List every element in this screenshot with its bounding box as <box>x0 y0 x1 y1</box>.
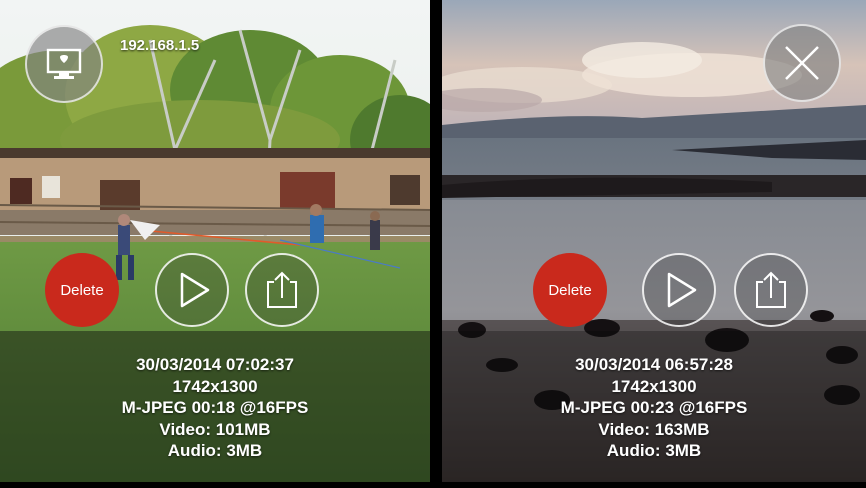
panel-divider <box>430 0 442 488</box>
video-format: M-JPEG 00:23 @16FPS <box>560 398 748 418</box>
video-resolution: 1742x1300 <box>172 376 258 396</box>
delete-label: Delete <box>548 281 592 299</box>
video-info: 30/03/2014 07:02:37 1742x1300 M-JPEG 00:… <box>0 354 430 462</box>
play-button[interactable] <box>155 253 229 327</box>
remote-display-button[interactable] <box>25 25 103 103</box>
play-icon <box>667 272 697 308</box>
play-icon <box>180 272 210 308</box>
bottom-border <box>0 482 866 488</box>
right-video-panel: Delete 30/03/2014 06:57:28 1742x1300 M-J… <box>442 0 866 482</box>
audio-size: Audio: 3MB <box>167 441 263 461</box>
video-size: Video: 101MB <box>159 419 271 439</box>
monitor-icon <box>46 48 82 79</box>
left-video-panel: 192.168.1.5 Delete 30/03/2014 07:02:37 1… <box>0 0 430 482</box>
ip-address: 192.168.1.5 <box>120 37 200 54</box>
share-button[interactable] <box>734 253 808 327</box>
delete-button[interactable]: Delete <box>45 253 119 327</box>
close-icon <box>785 46 819 80</box>
audio-size: Audio: 3MB <box>606 441 702 461</box>
close-button[interactable] <box>763 24 841 102</box>
video-format: M-JPEG 00:18 @16FPS <box>121 398 309 418</box>
share-button[interactable] <box>245 253 319 327</box>
delete-label: Delete <box>60 281 104 299</box>
delete-button[interactable]: Delete <box>533 253 607 327</box>
video-resolution: 1742x1300 <box>611 376 697 396</box>
recording-datetime: 30/03/2014 07:02:37 <box>136 355 294 374</box>
recording-datetime: 30/03/2014 06:57:28 <box>575 355 733 374</box>
play-button[interactable] <box>642 253 716 327</box>
share-icon <box>756 271 786 308</box>
video-info: 30/03/2014 06:57:28 1742x1300 M-JPEG 00:… <box>442 354 866 462</box>
video-size: Video: 163MB <box>598 419 710 439</box>
share-icon <box>267 271 297 308</box>
